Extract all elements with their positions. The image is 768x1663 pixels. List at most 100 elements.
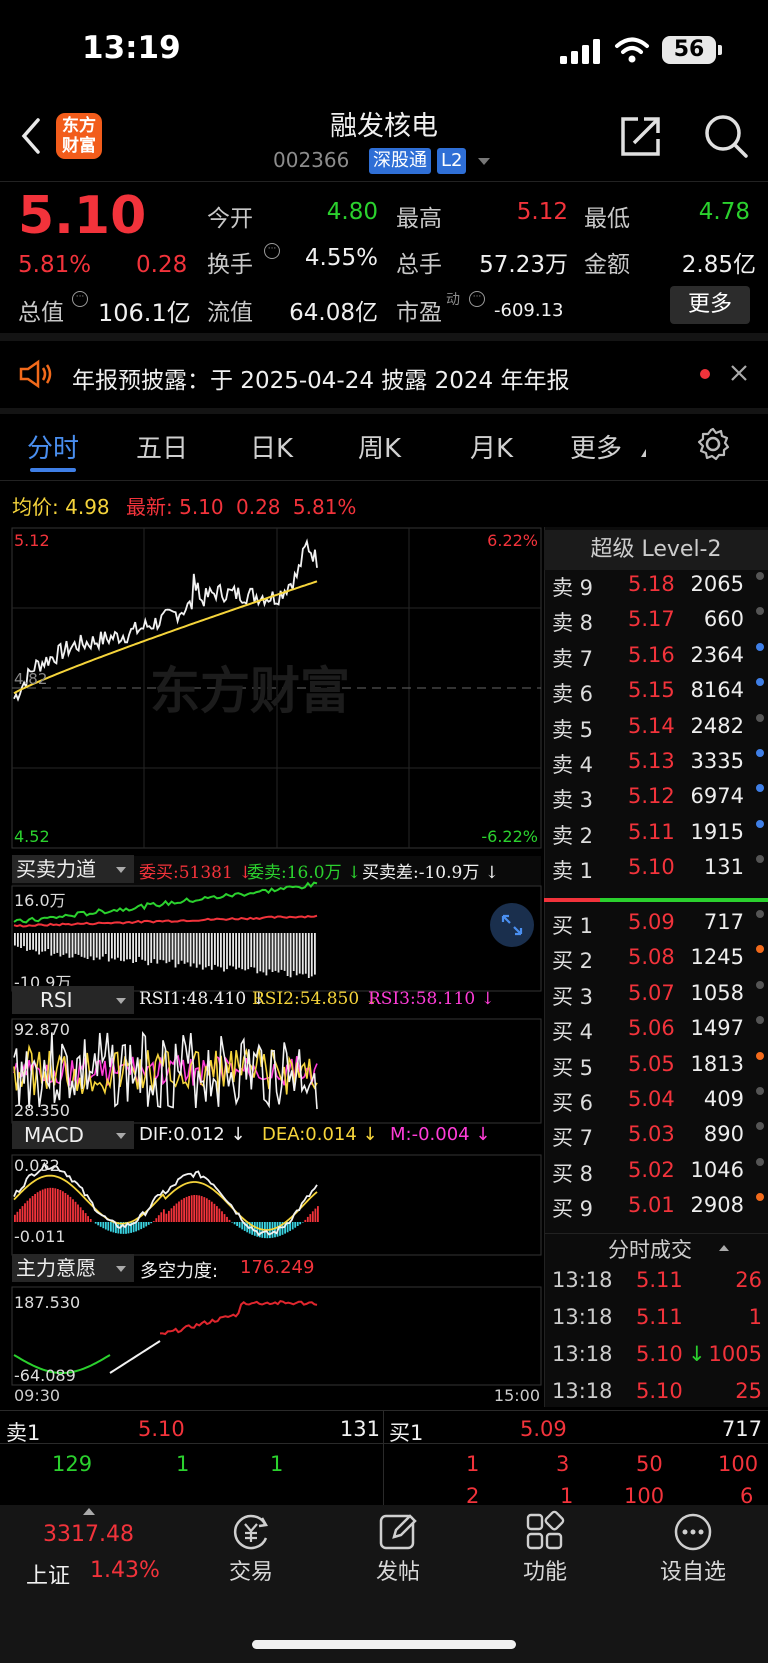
search-icon[interactable] xyxy=(702,112,750,160)
bid-level-6[interactable]: 买 6 5.04 409 xyxy=(548,1087,768,1122)
ask-level-6[interactable]: 卖 4 5.13 3335 xyxy=(548,749,768,784)
bid-level-8[interactable]: 买 8 5.02 1046 xyxy=(548,1157,768,1193)
home-indicator[interactable] xyxy=(252,1640,516,1649)
macd-bar xyxy=(56,1189,59,1222)
order-diff-bar xyxy=(117,933,119,958)
ask-level-2[interactable]: 卖 8 5.17 660 xyxy=(548,607,768,642)
current-price: 5.10 xyxy=(18,186,147,246)
order-diff-bar xyxy=(214,933,216,965)
panel1-select[interactable]: 买卖力道 xyxy=(12,855,134,883)
level-price: 5.17 xyxy=(628,607,675,632)
nav-functions[interactable]: 功能 xyxy=(480,1510,610,1586)
ask-level-5[interactable]: 卖 5 5.14 2482 xyxy=(548,713,768,749)
order-diff-bars xyxy=(14,933,316,978)
bid-level-3[interactable]: 买 3 5.07 1058 xyxy=(548,980,768,1016)
trade-price: 5.11 xyxy=(636,1305,683,1329)
tab-monthly-k[interactable]: 月K xyxy=(470,428,513,465)
wifi-icon xyxy=(615,37,649,63)
macd-bar xyxy=(190,1195,193,1222)
macd-bar xyxy=(102,1222,105,1229)
panel2-select[interactable]: RSI xyxy=(12,986,134,1014)
macd-bar xyxy=(185,1196,188,1222)
mcap-value: 106.1亿 xyxy=(98,299,191,327)
battery-indicator: 56 xyxy=(662,36,716,64)
dropdown-icon[interactable] xyxy=(478,158,490,165)
nav-watchlist[interactable]: 设自选 xyxy=(628,1510,758,1586)
volume-value: 57.23万 xyxy=(479,252,568,278)
dif-value: DIF:0.012 ↓ xyxy=(139,1124,246,1145)
tab-more[interactable]: 更多 xyxy=(570,428,622,465)
orderbook-title[interactable]: 超级 Level-2 xyxy=(544,530,768,570)
collapse-icon[interactable] xyxy=(719,1245,729,1251)
notice-text[interactable]: 年报预披露：于 2025-04-24 披露 2024 年年报 xyxy=(72,361,569,395)
ask-level-9[interactable]: 卖 1 5.10 131 xyxy=(548,855,768,890)
tab-5day[interactable]: 五日 xyxy=(136,428,188,465)
order-diff-bar xyxy=(26,933,28,951)
macd-bar xyxy=(14,1214,16,1222)
order-diff-bar xyxy=(32,933,34,950)
bid-level-5[interactable]: 买 5 5.05 1813 xyxy=(548,1051,768,1087)
level-label: 卖 9 xyxy=(552,576,594,600)
bid-level-1[interactable]: 买 1 5.09 717 xyxy=(548,910,768,945)
order-diff-bar xyxy=(192,933,195,964)
close-icon[interactable] xyxy=(730,364,748,382)
bid-level-7[interactable]: 买 7 5.03 890 xyxy=(548,1122,768,1157)
level-volume: 660 xyxy=(703,607,744,632)
expand-chart-button[interactable] xyxy=(490,903,534,947)
more-button[interactable]: 更多 xyxy=(670,286,750,324)
trades-title[interactable]: 分时成交 xyxy=(608,1234,692,1264)
bid-level-9[interactable]: 买 9 5.01 2908 xyxy=(548,1193,768,1228)
panel4-select[interactable]: 主力意愿 xyxy=(12,1254,134,1282)
tab-intraday[interactable]: 分时 xyxy=(27,428,79,465)
trade-icon xyxy=(233,1514,268,1550)
order-diff-bar xyxy=(189,933,192,967)
bid-level-4[interactable]: 买 4 5.06 1497 xyxy=(548,1016,768,1051)
macd-bar xyxy=(238,1222,241,1228)
index-value[interactable]: 3317.48 xyxy=(43,1522,134,1547)
nav-post[interactable]: 发帖 xyxy=(333,1510,463,1586)
index-name[interactable]: 上证 xyxy=(26,1558,70,1590)
level-marker xyxy=(756,1193,764,1202)
rsi2-value: RSI2:54.850 ↓ xyxy=(252,989,379,1009)
macd-bar xyxy=(79,1207,82,1222)
settings-gear-icon[interactable] xyxy=(696,427,730,461)
share-icon[interactable] xyxy=(618,113,664,159)
tab-weekly-k[interactable]: 周K xyxy=(358,428,401,465)
queue-sell-price: 5.10 xyxy=(138,1417,185,1441)
rsi3-text: RSI3:58.110 xyxy=(368,989,476,1009)
level-volume: 2364 xyxy=(690,642,744,667)
ask-level-3[interactable]: 卖 7 5.16 2364 xyxy=(548,642,768,678)
order-diff-bar xyxy=(286,933,289,976)
panel3-select[interactable]: MACD xyxy=(12,1121,134,1149)
macd-bar xyxy=(39,1190,42,1222)
watermark: 东方财富 xyxy=(150,662,350,720)
nav-trade[interactable]: 交易 xyxy=(186,1510,316,1586)
ask-level-7[interactable]: 卖 3 5.12 6974 xyxy=(548,784,768,819)
force-y-top: 187.530 xyxy=(14,1293,80,1312)
ask-level-1[interactable]: 卖 9 5.18 2065 xyxy=(548,572,768,607)
macd-bar xyxy=(218,1208,221,1222)
expand-up-icon[interactable] xyxy=(83,1508,95,1515)
trade-row: 13:18 5.11 1 xyxy=(552,1305,762,1341)
order-diff-bar xyxy=(153,933,156,960)
bid-level-2[interactable]: 买 2 5.08 1245 xyxy=(548,945,768,980)
ask-level-8[interactable]: 卖 2 5.11 1915 xyxy=(548,819,768,855)
info-icon[interactable]: ··· xyxy=(469,291,485,307)
ask-level-4[interactable]: 卖 6 5.15 8164 xyxy=(548,678,768,713)
order-diff-bar xyxy=(59,933,62,957)
order-diff-bar xyxy=(289,933,292,978)
macd-bar xyxy=(168,1210,170,1222)
info-icon[interactable]: ··· xyxy=(72,291,88,307)
mcap-label: 总值 xyxy=(18,300,64,326)
tab-daily-k[interactable]: 日K xyxy=(250,428,293,465)
order-diff-bar xyxy=(177,933,180,965)
index-pct[interactable]: 1.43% xyxy=(90,1558,160,1583)
level-label: 卖 3 xyxy=(552,788,594,813)
level-label: 买 7 xyxy=(552,1126,594,1151)
latest-pct: 5.81% xyxy=(292,495,357,519)
macd-bar xyxy=(309,1214,312,1222)
info-icon[interactable]: ··· xyxy=(264,243,280,259)
level-marker xyxy=(756,572,764,580)
level-volume: 1813 xyxy=(690,1051,744,1076)
queue-sell-item: 1 xyxy=(270,1452,284,1476)
